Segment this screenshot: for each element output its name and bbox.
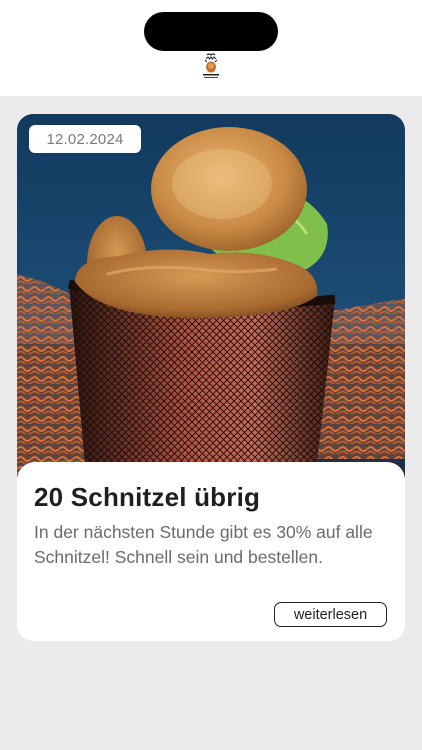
card-body: 20 Schnitzel übrig In der nächsten Stund… — [17, 462, 405, 641]
camera-notch — [144, 12, 278, 51]
restaurant-logo-icon — [203, 53, 219, 78]
date-badge: 12.02.2024 — [29, 125, 141, 153]
read-more-button[interactable]: weiterlesen — [274, 602, 387, 627]
post-text: In der nächsten Stunde gibt es 30% auf a… — [34, 522, 373, 567]
schnitzel-photo — [17, 114, 405, 478]
news-card[interactable]: 12.02.2024 20 Schnitzel übrig In der näc… — [17, 114, 405, 641]
post-title: 20 Schnitzel übrig — [34, 482, 261, 512]
app-header — [0, 0, 422, 96]
